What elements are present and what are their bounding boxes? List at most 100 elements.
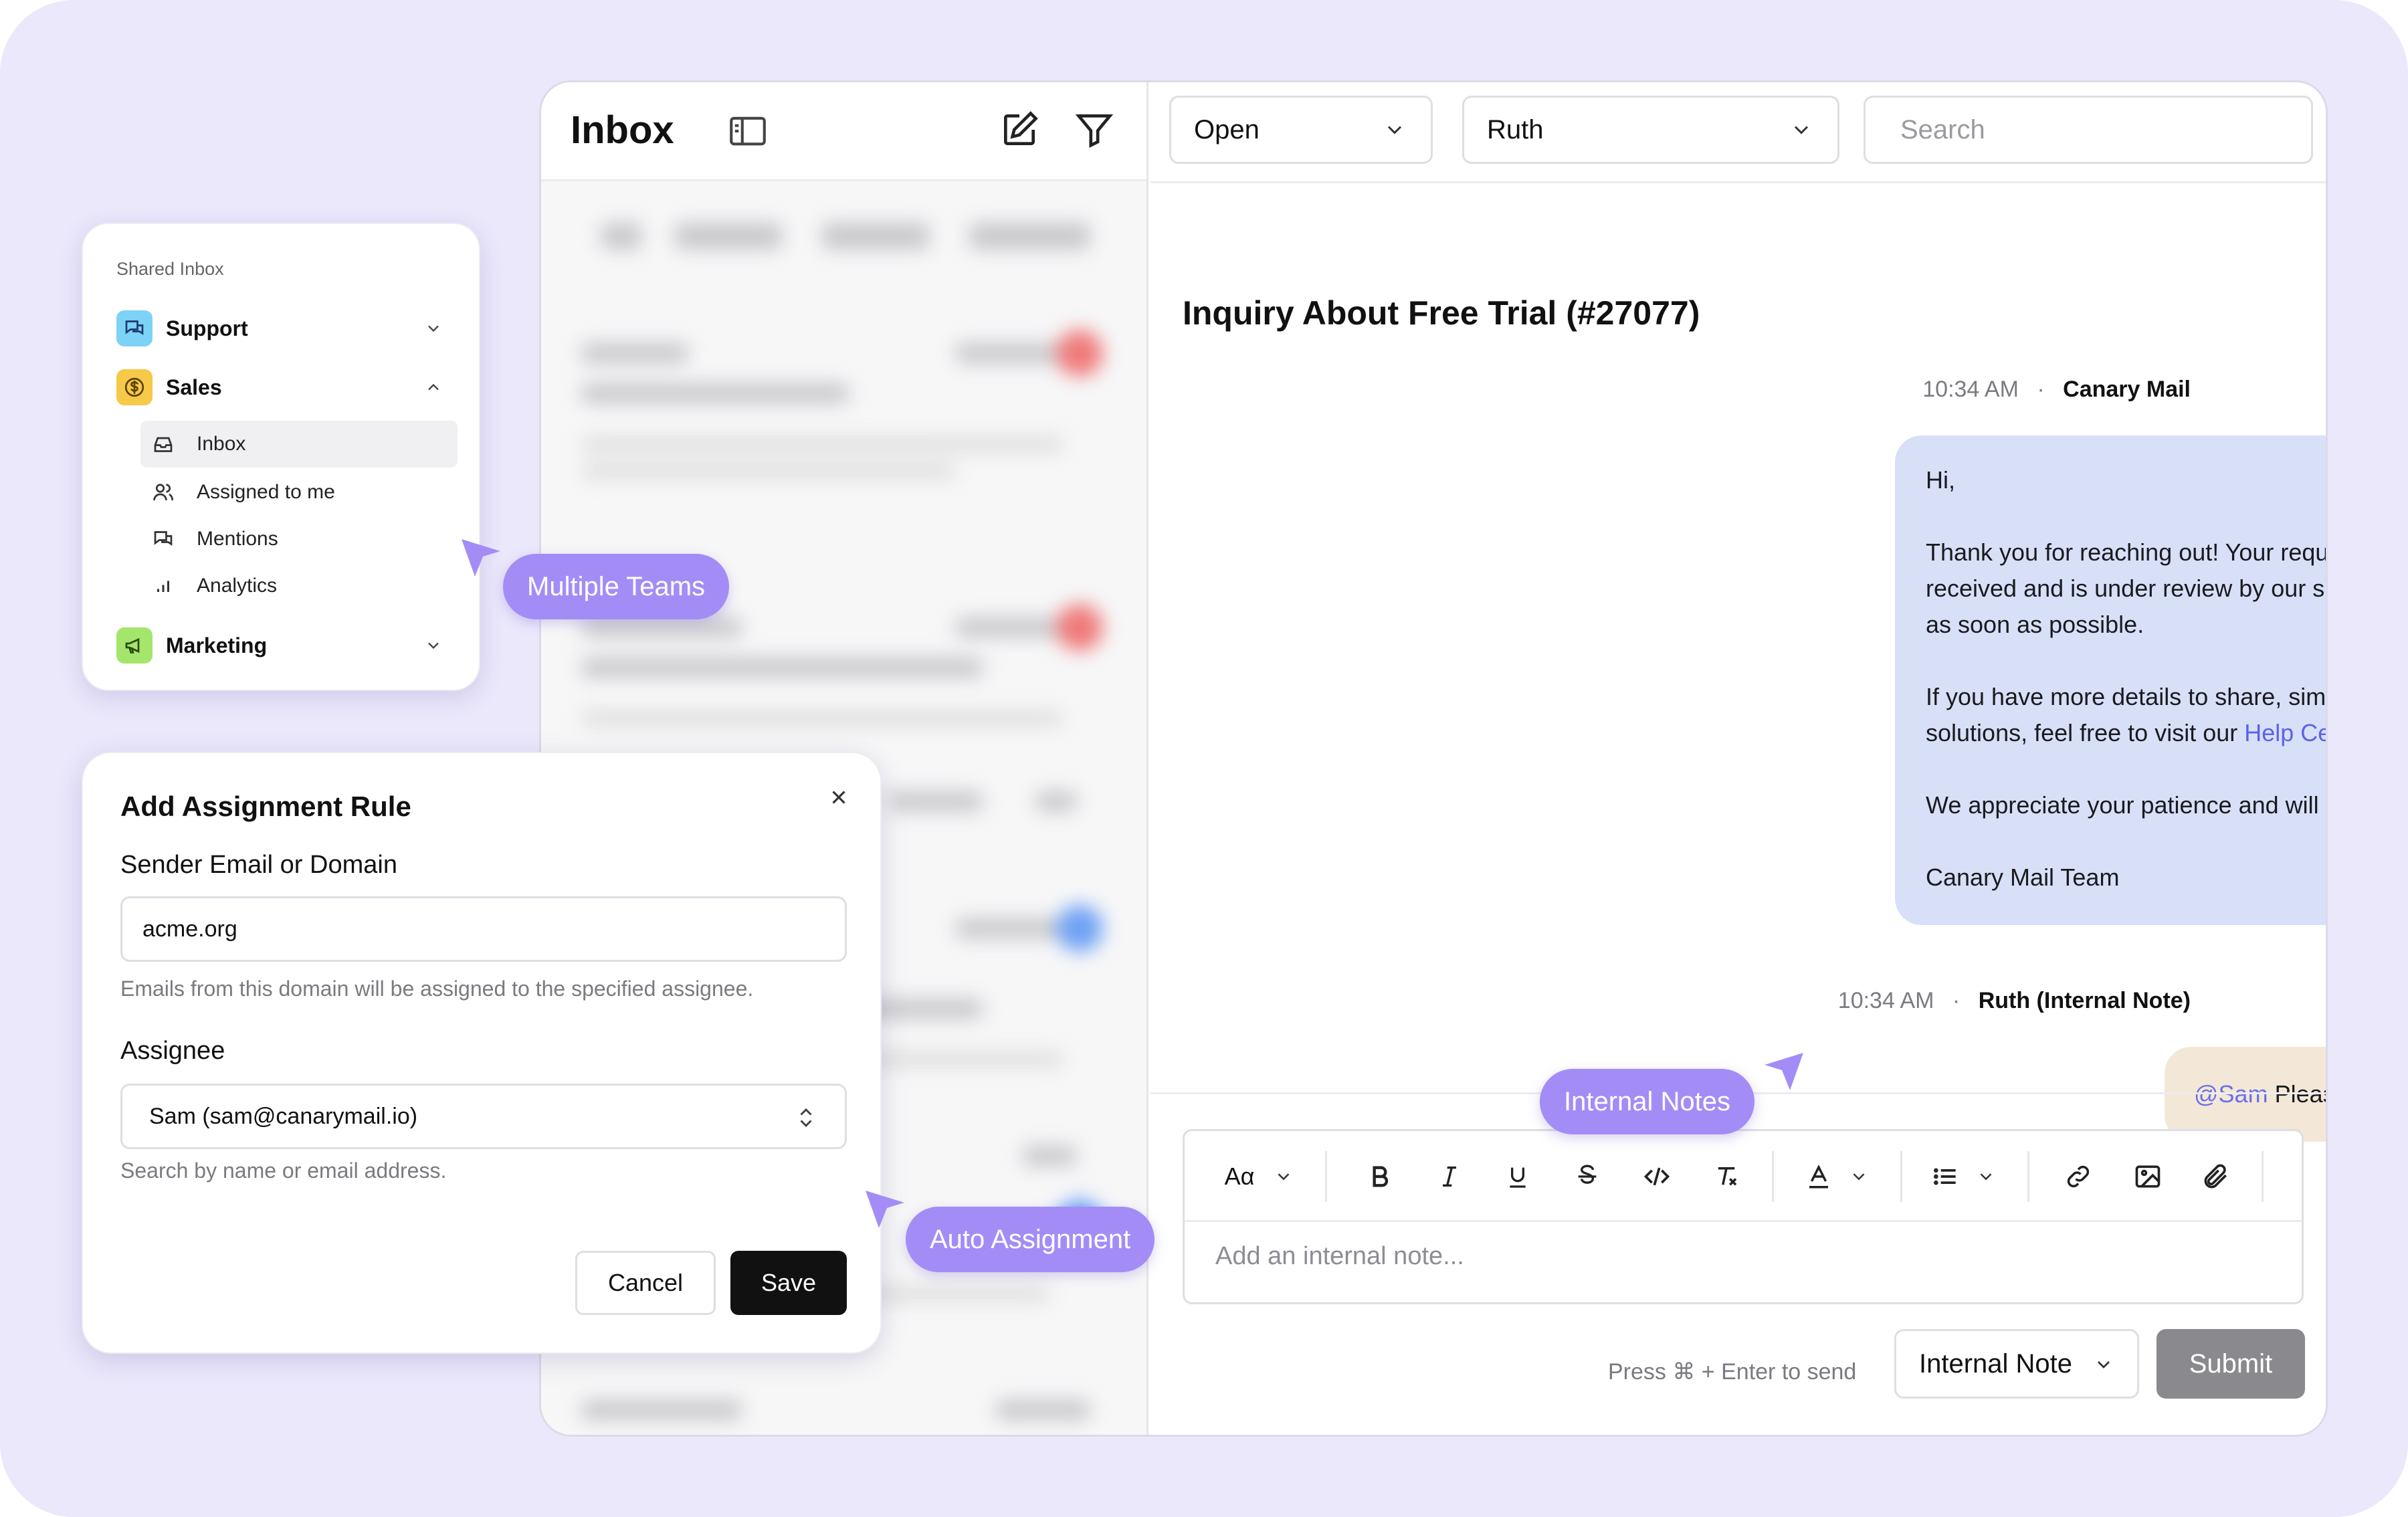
message-mode-value: Internal Note (1919, 1348, 2073, 1379)
format-toolbar: Aα (1185, 1131, 2302, 1222)
chat-icon (150, 526, 177, 552)
underline-icon[interactable] (1499, 1158, 1536, 1195)
callout-auto-assignment: Auto Assignment (906, 1207, 1155, 1272)
chevron-down-icon[interactable] (1967, 1158, 2005, 1195)
sidebar-item-mentions[interactable]: Mentions (140, 516, 458, 563)
modal-title: Add Assignment Rule (120, 791, 411, 822)
team-marketing[interactable]: Marketing (116, 625, 458, 666)
attachment-icon[interactable] (2197, 1158, 2235, 1195)
message-line: If you have more details to share, simpl… (1926, 679, 2326, 751)
message-line: We appreciate your patience and will be … (1926, 791, 2326, 819)
callout-multiple-teams: Multiple Teams (503, 554, 730, 619)
callout-internal-notes: Internal Notes (1540, 1069, 1755, 1134)
callout-pointer-icon (462, 539, 500, 577)
conversation-detail-pane: Open Ruth Search Inquiry About Free Tria… (1150, 82, 2326, 1435)
clear-format-icon[interactable] (1708, 1158, 1745, 1195)
conversation-subject: Inquiry About Free Trial (#27077) (1183, 294, 1700, 332)
dollar-icon (116, 369, 153, 405)
sidebar-item-label: Inbox (197, 433, 246, 455)
link-icon[interactable] (2060, 1158, 2097, 1195)
team-name: Marketing (166, 633, 268, 658)
submit-button[interactable]: Submit (2156, 1329, 2305, 1399)
message-meta: 10:34 AM · Canary Mail (1922, 377, 2191, 403)
send-hint: Press ⌘ + Enter to send (1608, 1359, 1857, 1385)
megaphone-icon (116, 627, 153, 664)
inbox-title: Inbox (571, 108, 674, 152)
toolbar-divider (1325, 1151, 1327, 1202)
analytics-icon (150, 573, 177, 599)
mention-tag[interactable]: @Sam (2194, 1080, 2268, 1108)
chevron-down-icon (428, 642, 439, 649)
assignee-field-label: Assignee (120, 1037, 225, 1065)
sender-field-label: Sender Email or Domain (120, 851, 397, 879)
strikethrough-icon[interactable] (1569, 1158, 1606, 1195)
toolbar-divider (2027, 1151, 2029, 1202)
note-text: Please help with the user onboarding. (2274, 1080, 2326, 1108)
header-divider (1150, 181, 2326, 183)
select-arrows-icon (800, 1108, 812, 1128)
sender-help-text: Emails from this domain will be assigned… (120, 977, 754, 1001)
meta-separator: · (1952, 988, 1961, 1013)
message-sender: Canary Mail (2063, 377, 2191, 402)
sidebar-item-assigned[interactable]: Assigned to me (140, 469, 458, 516)
code-icon[interactable] (1638, 1158, 1676, 1195)
sender-email-field[interactable]: acme.org (120, 896, 847, 962)
assignment-rule-modal: Add Assignment Rule Sender Email or Doma… (82, 752, 882, 1354)
chevron-down-icon (428, 325, 439, 332)
assignee-dropdown[interactable]: Ruth (1462, 96, 1839, 164)
note-composer[interactable]: Aα Add an internal note... (1183, 1129, 2304, 1304)
chevron-down-icon[interactable] (1265, 1158, 1302, 1195)
shared-inbox-label: Shared Inbox (116, 259, 224, 279)
sidebar-item-label: Assigned to me (197, 481, 335, 503)
team-sales[interactable]: Sales (116, 367, 458, 407)
help-center-link[interactable]: Help Center (2244, 719, 2326, 746)
list-icon[interactable] (1927, 1158, 1965, 1195)
sidebar-item-label: Mentions (197, 528, 278, 550)
internal-note-bubble: @Sam Please help with the user onboardin… (2165, 1047, 2326, 1142)
message-sender: Ruth (Internal Note) (1978, 988, 2191, 1013)
chevron-down-icon (1387, 126, 1402, 134)
team-support[interactable]: Support (116, 308, 458, 348)
message-meta: 10:34 AM · Ruth (Internal Note) (1838, 988, 2191, 1014)
sidebar-item-label: Analytics (197, 575, 278, 597)
status-dropdown[interactable]: Open (1169, 96, 1433, 164)
message-line: Hi, (1926, 466, 1955, 494)
shared-inbox-card: Shared Inbox Support Sales Inbox Assigne… (82, 223, 480, 691)
inbox-icon (150, 431, 177, 458)
sidebar-item-inbox[interactable]: Inbox (140, 421, 458, 468)
search-input[interactable]: Search (1864, 96, 2313, 164)
note-input[interactable]: Add an internal note... (1215, 1242, 1464, 1271)
sidebar-toggle-icon[interactable] (726, 109, 770, 153)
chevron-down-icon[interactable] (1840, 1158, 1878, 1195)
search-placeholder: Search (1900, 114, 1985, 144)
toolbar-divider (1772, 1151, 1774, 1202)
sidebar-item-analytics[interactable]: Analytics (140, 563, 458, 609)
image-icon[interactable] (2129, 1158, 2167, 1195)
bold-icon[interactable] (1361, 1158, 1399, 1195)
italic-icon[interactable] (1431, 1158, 1468, 1195)
assignee-select[interactable]: Sam (sam@canarymail.io) (120, 1084, 847, 1149)
callout-pointer-icon (1765, 1053, 1803, 1090)
assignee-help-text: Search by name or email address. (120, 1158, 447, 1183)
toolbar-divider (1900, 1151, 1902, 1202)
callout-pointer-icon (866, 1191, 904, 1228)
message-time: 10:34 AM (1837, 988, 1934, 1013)
text-color-icon[interactable] (1800, 1158, 1837, 1195)
status-value: Open (1194, 114, 1260, 144)
message-time: 10:34 AM (1922, 377, 2019, 402)
close-icon[interactable] (821, 780, 856, 815)
filter-icon[interactable] (1074, 109, 1118, 153)
save-button[interactable]: Save (730, 1251, 847, 1315)
cancel-button[interactable]: Cancel (575, 1251, 716, 1315)
toolbar-divider (2262, 1151, 2264, 1202)
message-mode-dropdown[interactable]: Internal Note (1894, 1329, 2139, 1399)
team-name: Support (166, 316, 248, 340)
message-bubble: Hi, Thank you for reaching out! Your req… (1895, 435, 2328, 925)
sender-email-value: acme.org (142, 916, 237, 942)
compose-icon[interactable] (999, 109, 1043, 153)
font-size-icon[interactable]: Aα (1219, 1158, 1260, 1195)
meta-separator: · (2037, 377, 2045, 402)
message-line: Thank you for reaching out! Your request… (1926, 538, 2328, 638)
assignee-value: Ruth (1487, 114, 1544, 144)
assignee-select-value: Sam (sam@canarymail.io) (149, 1103, 418, 1129)
